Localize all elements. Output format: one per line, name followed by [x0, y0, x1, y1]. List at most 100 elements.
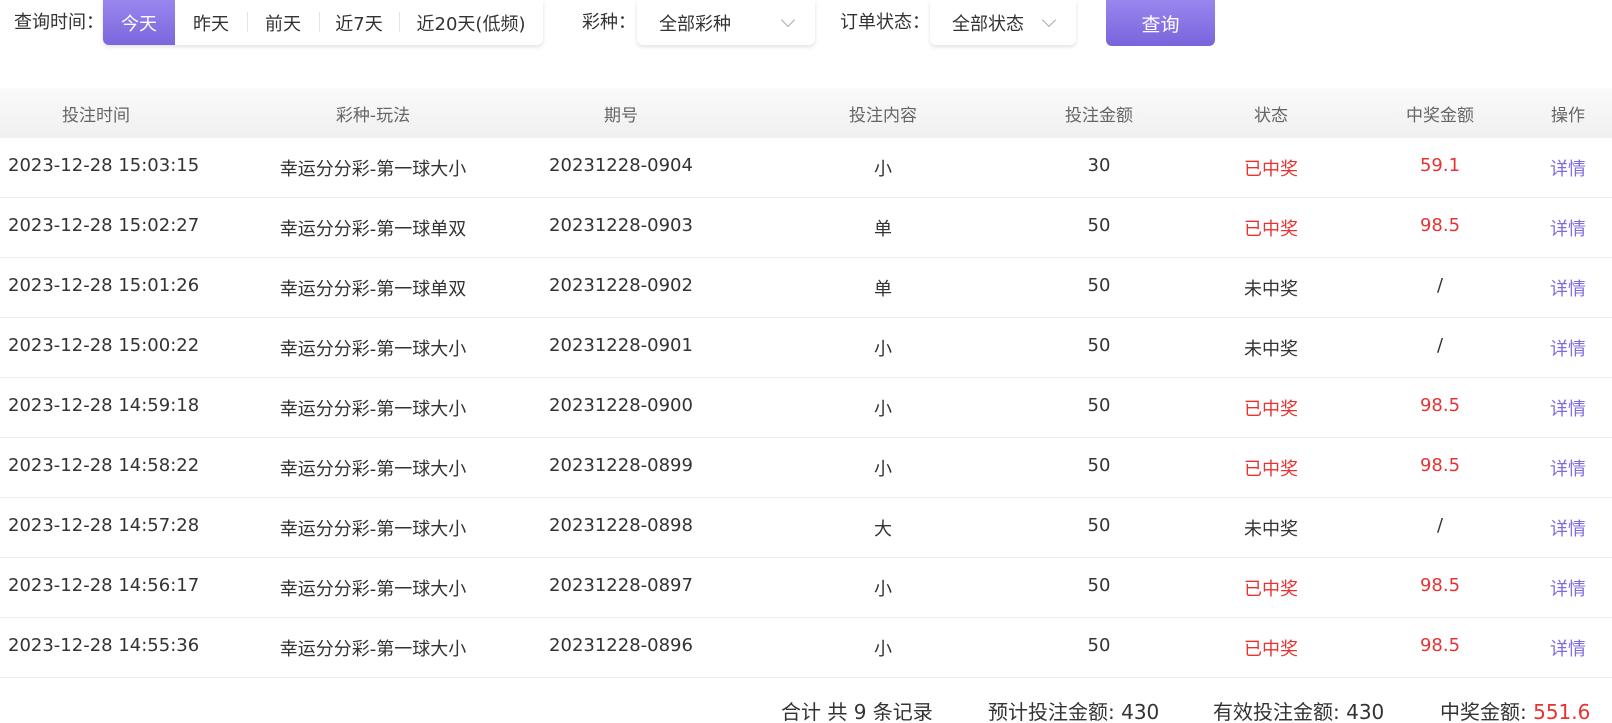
cell-status: 已中奖 [1244, 459, 1298, 480]
cell-time: 2023-12-28 14:56:17 [8, 575, 200, 596]
column-header-issue: 期号 [604, 106, 638, 126]
cell-prize: 98.5 [1419, 635, 1461, 656]
cell-content: 小 [874, 399, 892, 420]
table-header: 投注时间 彩种-玩法 期号 投注内容 投注金额 状态 中奖金额 操作 [0, 88, 1612, 138]
column-header-game: 彩种-玩法 [335, 106, 411, 126]
cell-prize: 59.1 [1419, 155, 1461, 176]
expected-bet-label: 预计投注金额: [988, 700, 1122, 723]
chevron-down-icon [1041, 12, 1057, 27]
cell-amount: 50 [1087, 515, 1111, 536]
valid-bet-value: 430 [1346, 700, 1385, 723]
time-option-20days[interactable]: 近20天(低频) [399, 0, 543, 45]
column-header-status: 状态 [1254, 106, 1288, 126]
cell-game: 幸运分分彩-第一球大小 [279, 339, 467, 360]
table-row: 2023-12-28 15:00:22 幸运分分彩-第一球大小 20231228-0… [0, 318, 1612, 378]
lottery-select[interactable]: 全部彩种 [637, 0, 815, 45]
cell-time: 2023-12-28 14:58:22 [8, 455, 200, 476]
cell-content: 小 [874, 639, 892, 660]
cell-issue: 20231228-0896 [549, 635, 693, 656]
details-link[interactable]: 详情 [1550, 455, 1586, 481]
cell-status: 已中奖 [1244, 219, 1298, 240]
cell-content: 小 [874, 159, 892, 180]
query-button[interactable]: 查询 [1106, 0, 1215, 46]
time-option-yesterday[interactable]: 昨天 [175, 0, 247, 45]
expected-bet-value: 430 [1121, 700, 1160, 723]
cell-amount: 50 [1087, 275, 1111, 296]
table-row: 2023-12-28 14:59:18 幸运分分彩-第一球大小 20231228-0… [0, 378, 1612, 438]
cell-time: 2023-12-28 14:55:36 [8, 635, 200, 656]
cell-amount: 50 [1087, 215, 1111, 236]
table-row: 2023-12-28 14:55:36 幸运分分彩-第一球大小 20231228-0… [0, 618, 1612, 678]
cell-game: 幸运分分彩-第一球大小 [279, 459, 467, 480]
cell-prize: 98.5 [1419, 575, 1461, 596]
table-row: 2023-12-28 15:01:26 幸运分分彩-第一球单双 20231228-0… [0, 258, 1612, 318]
cell-issue: 20231228-0900 [549, 395, 693, 416]
cell-content: 小 [874, 459, 892, 480]
cell-time: 2023-12-28 15:01:26 [8, 275, 200, 296]
time-filter-label: 查询时间： [14, 12, 104, 33]
cell-game: 幸运分分彩-第一球大小 [279, 639, 467, 660]
prize-total-value: 551.6 [1533, 700, 1591, 723]
details-link[interactable]: 详情 [1550, 575, 1586, 601]
status-filter-label: 订单状态： [840, 12, 930, 33]
cell-time: 2023-12-28 15:00:22 [8, 335, 200, 356]
prize-total: 中奖金额: 551.6 [1440, 696, 1590, 723]
table-row: 2023-12-28 15:03:15 幸运分分彩-第一球大小 20231228-0… [0, 138, 1612, 198]
prize-total-label: 中奖金额: [1440, 700, 1534, 723]
cell-status: 已中奖 [1244, 399, 1298, 420]
cell-issue: 20231228-0901 [549, 335, 693, 356]
time-option-7days[interactable]: 近7天 [319, 0, 399, 45]
column-header-action: 操作 [1551, 106, 1585, 126]
status-select[interactable]: 全部状态 [930, 0, 1076, 45]
cell-content: 单 [874, 279, 892, 300]
expected-bet-total: 预计投注金额: 430 [988, 696, 1159, 723]
cell-amount: 50 [1087, 635, 1111, 656]
details-link[interactable]: 详情 [1550, 635, 1586, 661]
lottery-filter-label: 彩种： [582, 12, 636, 33]
orders-table: 投注时间 彩种-玩法 期号 投注内容 投注金额 状态 中奖金额 操作 2023-… [0, 88, 1612, 678]
cell-amount: 50 [1087, 575, 1111, 596]
cell-game: 幸运分分彩-第一球大小 [279, 159, 467, 180]
table-row: 2023-12-28 14:56:17 幸运分分彩-第一球大小 20231228-0… [0, 558, 1612, 618]
valid-bet-label: 有效投注金额: [1213, 700, 1347, 723]
column-header-prize: 中奖金额 [1406, 106, 1474, 126]
cell-prize: / [1436, 515, 1444, 536]
status-select-value: 全部状态 [952, 13, 1024, 35]
table-row: 2023-12-28 14:57:28 幸运分分彩-第一球大小 20231228-0… [0, 498, 1612, 558]
cell-status: 未中奖 [1244, 519, 1298, 540]
cell-content: 小 [874, 339, 892, 360]
column-header-time: 投注时间 [62, 106, 130, 126]
cell-status: 已中奖 [1244, 639, 1298, 660]
total-records: 合计 共 9 条记录 [781, 700, 933, 723]
cell-amount: 50 [1087, 395, 1111, 416]
chevron-down-icon [780, 12, 796, 27]
details-link[interactable]: 详情 [1550, 275, 1586, 301]
column-header-content: 投注内容 [849, 106, 917, 126]
details-link[interactable]: 详情 [1550, 395, 1586, 421]
cell-prize: / [1436, 275, 1444, 296]
cell-status: 未中奖 [1244, 279, 1298, 300]
time-range-selector: 今天 昨天 前天 近7天 近20天(低频) [103, 0, 543, 45]
details-link[interactable]: 详情 [1550, 335, 1586, 361]
cell-issue: 20231228-0902 [549, 275, 693, 296]
cell-amount: 50 [1087, 335, 1111, 356]
valid-bet-total: 有效投注金额: 430 [1213, 696, 1384, 723]
column-header-amount: 投注金额 [1065, 106, 1133, 126]
details-link[interactable]: 详情 [1550, 155, 1586, 181]
cell-issue: 20231228-0903 [549, 215, 693, 236]
time-option-today[interactable]: 今天 [103, 0, 175, 45]
cell-status: 已中奖 [1244, 159, 1298, 180]
cell-prize: 98.5 [1419, 395, 1461, 416]
details-link[interactable]: 详情 [1550, 515, 1586, 541]
cell-issue: 20231228-0899 [549, 455, 693, 476]
filter-bar: 查询时间： 今天 昨天 前天 近7天 近20天(低频) 彩种： 全部彩种 订单状… [0, 0, 1612, 48]
cell-issue: 20231228-0897 [549, 575, 693, 596]
cell-status: 已中奖 [1244, 579, 1298, 600]
time-option-day-before[interactable]: 前天 [247, 0, 319, 45]
cell-issue: 20231228-0904 [549, 155, 693, 176]
cell-game: 幸运分分彩-第一球大小 [279, 399, 467, 420]
details-link[interactable]: 详情 [1550, 215, 1586, 241]
lottery-select-value: 全部彩种 [659, 13, 731, 35]
table-row: 2023-12-28 15:02:27 幸运分分彩-第一球单双 20231228-0… [0, 198, 1612, 258]
cell-amount: 50 [1087, 455, 1111, 476]
